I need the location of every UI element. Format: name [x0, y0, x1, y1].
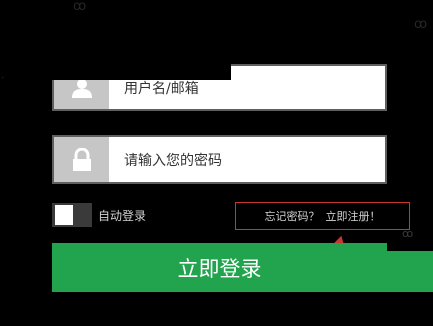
chain-link-icon: ꝏ — [73, 0, 87, 14]
login-button-extension — [387, 251, 433, 292]
username-input[interactable]: 用户名/邮箱 — [124, 78, 199, 98]
auto-login-option: 自动登录 — [52, 203, 146, 227]
login-page: ꝏ ꝏ ꝏ ˊ 用户名/邮箱 请输入您的密码 自动登录 忘记密码？ 立即注册！ — [0, 0, 433, 326]
auto-login-label: 自动登录 — [98, 208, 147, 223]
login-button[interactable]: 立即登录 — [52, 243, 387, 292]
forgot-password-link[interactable]: 忘记密码？ — [265, 208, 320, 224]
password-field[interactable]: 请输入您的密码 — [52, 135, 387, 184]
password-input[interactable]: 请输入您的密码 — [124, 150, 222, 170]
overlay-mask — [52, 64, 231, 80]
register-link[interactable]: 立即注册！ — [326, 208, 381, 224]
stray-mark: ˊ — [0, 77, 5, 87]
auto-login-toggle[interactable] — [52, 203, 92, 227]
lock-icon — [54, 137, 109, 182]
chain-link-icon: ꝏ — [414, 17, 428, 32]
toggle-knob — [55, 205, 73, 225]
account-links: 忘记密码？ 立即注册！ — [235, 202, 410, 230]
